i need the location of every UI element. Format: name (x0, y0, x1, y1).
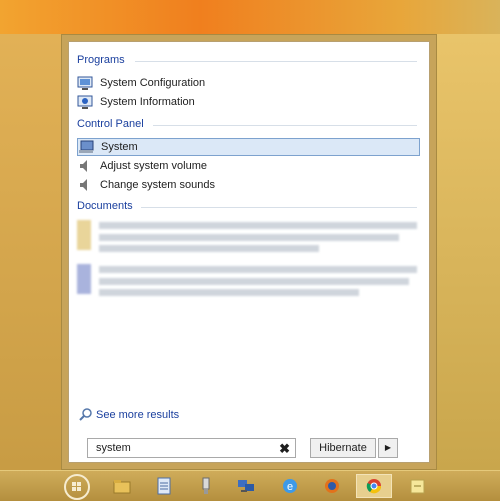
program-system-configuration[interactable]: System Configuration (77, 74, 417, 92)
control-panel-item-change-sounds[interactable]: Change system sounds (77, 176, 417, 194)
usb-icon[interactable] (188, 474, 224, 498)
control-panel-item-adjust-volume[interactable]: Adjust system volume (77, 157, 417, 175)
program-label: System Configuration (100, 77, 206, 89)
search-results-panel: Programs System Configuration System Inf… (68, 41, 430, 463)
control-panel-item-system[interactable]: System (77, 138, 420, 156)
control-panel-label: System (101, 141, 138, 153)
speaker-icon (77, 158, 93, 174)
clear-search-icon[interactable]: ✖ (279, 441, 290, 457)
control-panel-label: Change system sounds (100, 179, 215, 191)
document-icon (77, 264, 91, 294)
program-system-information[interactable]: System Information (77, 93, 417, 111)
start-menu: Programs System Configuration System Inf… (61, 34, 437, 470)
programs-header: Programs (77, 54, 125, 66)
control-panel-header: Control Panel (77, 118, 144, 130)
sticky-notes-icon[interactable] (400, 474, 436, 498)
program-label: System Information (100, 96, 195, 108)
desktop-background-left (0, 34, 61, 470)
control-panel-divider (153, 125, 417, 126)
search-footer: ✖ Hibernate ▶ (81, 438, 399, 462)
svg-text:e: e (287, 481, 293, 493)
system-information-icon (77, 94, 93, 110)
chrome-icon[interactable] (356, 474, 392, 498)
system-icon (78, 139, 94, 155)
search-box[interactable]: ✖ (87, 438, 296, 458)
search-input[interactable] (94, 441, 268, 455)
document-result-blurred[interactable] (77, 216, 417, 256)
programs-divider (135, 61, 417, 62)
document-result-blurred[interactable] (77, 260, 417, 300)
firefox-icon[interactable] (314, 474, 350, 498)
system-configuration-icon (77, 75, 93, 91)
control-panel-label: Adjust system volume (100, 160, 207, 172)
start-orb-icon[interactable] (64, 474, 90, 500)
power-options-arrow-button[interactable]: ▶ (378, 438, 398, 458)
document-icon (77, 220, 91, 250)
hibernate-button[interactable]: Hibernate (310, 438, 376, 458)
documents-divider (141, 207, 417, 208)
see-more-label: See more results (96, 409, 180, 421)
file-explorer-icon[interactable] (104, 474, 140, 498)
speaker-icon (77, 177, 93, 193)
taskbar: e (0, 470, 500, 501)
search-icon (79, 408, 93, 422)
network-icon[interactable] (228, 474, 264, 498)
desktop-background-top (0, 0, 500, 34)
notepad-icon[interactable] (146, 474, 182, 498)
internet-explorer-icon[interactable]: e (272, 474, 308, 498)
see-more-results-link[interactable]: See more results (79, 408, 179, 422)
documents-header: Documents (77, 200, 133, 212)
desktop-background-right (437, 34, 500, 470)
